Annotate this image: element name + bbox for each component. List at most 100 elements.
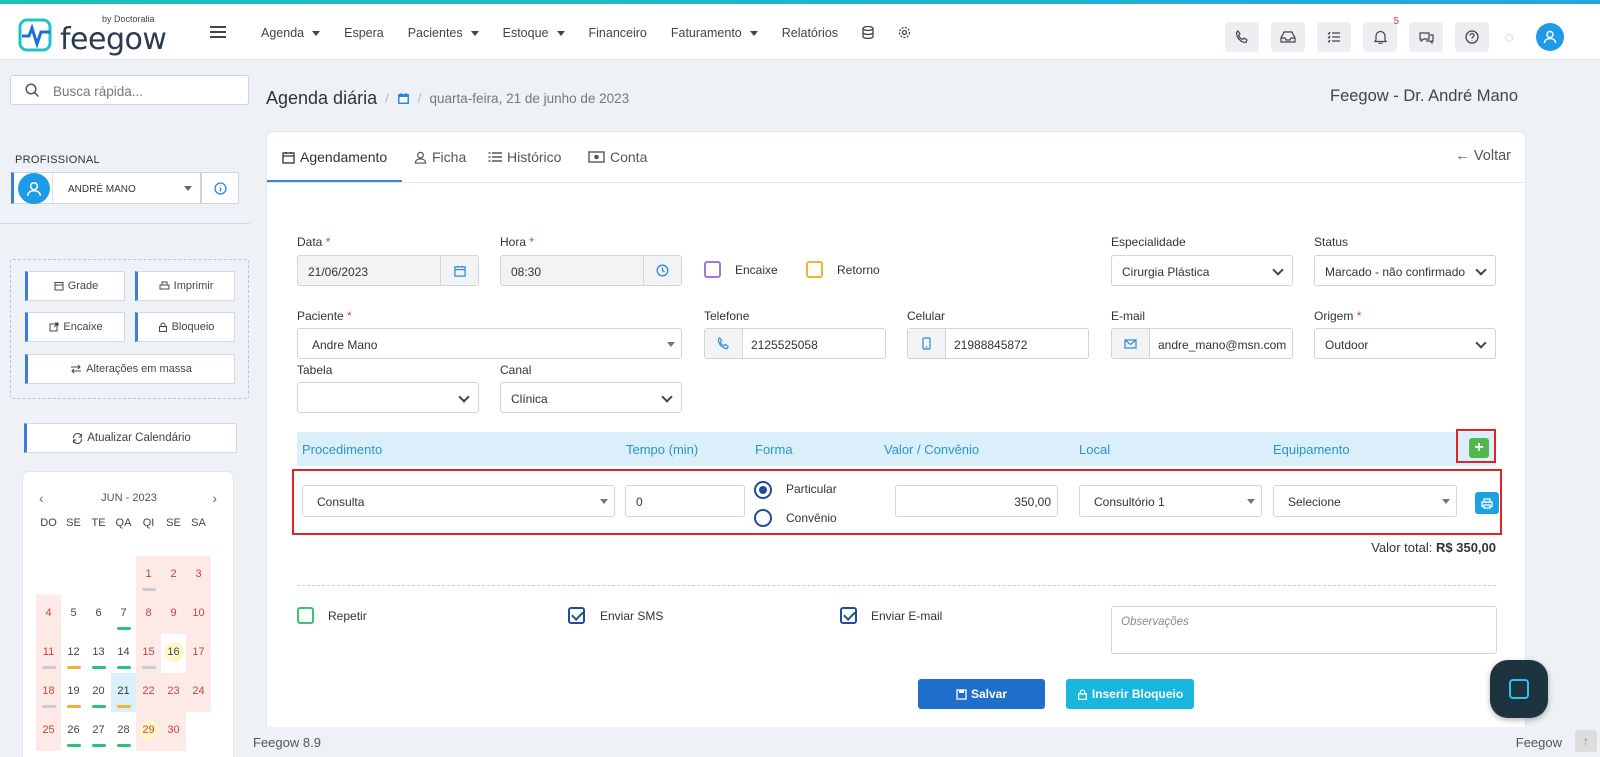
add-procedure-button[interactable]: + <box>1469 438 1489 458</box>
encaixe-button[interactable]: Encaixe <box>25 312 125 342</box>
day-occupancy-bar <box>117 666 131 669</box>
tab-agendamento[interactable]: Agendamento <box>282 149 387 165</box>
paciente-select[interactable]: Andre Mano <box>297 328 682 359</box>
calendar-day[interactable]: 2 <box>161 556 186 595</box>
salvar-button[interactable]: Salvar <box>918 679 1045 709</box>
calendar-day[interactable]: 12 <box>61 634 86 673</box>
calendar-day[interactable]: 8 <box>136 595 161 634</box>
print-procedure-button[interactable] <box>1475 492 1499 514</box>
chevron-right-icon[interactable]: › <box>212 490 217 506</box>
chat-icon[interactable] <box>1409 22 1443 52</box>
calendar-day[interactable]: 19 <box>61 673 86 712</box>
forma-particular-radio[interactable] <box>754 481 772 499</box>
calendar-day[interactable]: 20 <box>86 673 111 712</box>
calendar-day[interactable]: 18 <box>36 673 61 712</box>
calendar-day[interactable]: 28 <box>111 712 136 751</box>
clock-icon[interactable] <box>643 256 681 285</box>
celular-input[interactable]: 21988845872 <box>907 328 1089 359</box>
voltar-link[interactable]: ← Voltar <box>1455 148 1511 164</box>
procedimento-select[interactable]: Consulta <box>302 485 615 517</box>
chat-widget-button[interactable] <box>1490 660 1548 718</box>
nav-estoque[interactable]: Estoque <box>503 26 565 42</box>
telefone-input[interactable]: 2125525058 <box>704 328 886 359</box>
calendar-day[interactable]: 16 <box>161 634 186 673</box>
calendar-day[interactable]: 1 <box>136 556 161 595</box>
tempo-input[interactable]: 0 <box>625 485 745 517</box>
valor-input[interactable]: 350,00 <box>895 485 1058 517</box>
calendar-day[interactable]: 22 <box>136 673 161 712</box>
help-icon[interactable] <box>1455 22 1489 52</box>
nav-espera[interactable]: Espera <box>344 26 384 42</box>
phone-icon <box>705 329 743 358</box>
tab-historico[interactable]: Histórico <box>488 149 561 165</box>
inbox-icon[interactable] <box>1271 22 1305 52</box>
calendar-day[interactable]: 24 <box>186 673 211 712</box>
notifications-bell-icon[interactable]: 5 <box>1363 16 1399 52</box>
calendar-day[interactable]: 14 <box>111 634 136 673</box>
search-placeholder: Busca rápida... <box>53 84 144 99</box>
nav-pacientes[interactable]: Pacientes <box>408 26 479 42</box>
especialidade-select[interactable]: Cirurgia Plástica <box>1111 255 1293 286</box>
repetir-checkbox[interactable] <box>297 607 314 624</box>
tempo-value: 0 <box>636 495 643 509</box>
tab-ficha[interactable]: Ficha <box>414 149 466 165</box>
data-input[interactable]: 21/06/2023 <box>297 255 479 286</box>
calendar-day[interactable]: 23 <box>161 673 186 712</box>
calendar-day[interactable]: 21 <box>111 673 136 712</box>
nav-financeiro[interactable]: Financeiro <box>589 26 647 42</box>
database-icon[interactable] <box>862 25 874 42</box>
calendar-day[interactable]: 15 <box>136 634 161 673</box>
enviar-email-checkbox[interactable] <box>840 607 857 624</box>
calendar-day[interactable]: 13 <box>86 634 111 673</box>
settings-gear-icon[interactable] <box>898 26 911 42</box>
calendar-day[interactable]: 3 <box>186 556 211 595</box>
calendar-day[interactable]: 4 <box>36 595 61 634</box>
origem-select[interactable]: Outdoor <box>1314 328 1496 359</box>
calendar-day[interactable]: 7 <box>111 595 136 634</box>
hora-input[interactable]: 08:30 <box>500 255 682 286</box>
scroll-top-icon[interactable]: ↑ <box>1575 730 1597 752</box>
tab-conta[interactable]: Conta <box>588 149 647 165</box>
calendar-day[interactable]: 11 <box>36 634 61 673</box>
enviar-sms-checkbox[interactable] <box>568 607 585 624</box>
menu-icon[interactable] <box>210 26 226 38</box>
local-select[interactable]: Consultório 1 <box>1079 485 1262 517</box>
canal-select[interactable]: Clínica <box>500 382 682 413</box>
calendar-day[interactable]: 5 <box>61 595 86 634</box>
calendar-day[interactable]: 29 <box>136 712 161 751</box>
grade-button[interactable]: Grade <box>25 271 125 301</box>
calendar-day[interactable]: 25 <box>36 712 61 751</box>
phone-icon[interactable] <box>1225 22 1259 52</box>
equipamento-select[interactable]: Selecione <box>1273 485 1457 517</box>
bloqueio-button[interactable]: Bloqueio <box>135 312 235 342</box>
encaixe-checkbox[interactable] <box>704 261 721 278</box>
email-input[interactable]: andre_mano@msn.com <box>1111 328 1293 359</box>
quick-search-input[interactable]: Busca rápida... <box>10 75 249 105</box>
calendar-day[interactable]: 10 <box>186 595 211 634</box>
forma-convenio-radio[interactable] <box>754 509 772 527</box>
inserir-bloqueio-button[interactable]: Inserir Bloqueio <box>1066 679 1194 709</box>
retorno-checkbox[interactable] <box>806 261 823 278</box>
status-select[interactable]: Marcado - não confirmado <box>1314 255 1496 286</box>
calendar-day[interactable]: 26 <box>61 712 86 751</box>
calendar-icon[interactable] <box>440 256 478 285</box>
nav-agenda[interactable]: Agenda <box>261 26 320 42</box>
profissional-select[interactable]: ANDRÉ MANO <box>11 172 201 204</box>
atualizar-calendario-button[interactable]: Atualizar Calendário <box>24 423 237 453</box>
feegow-logo[interactable]: by Doctoralia feegow <box>18 14 167 57</box>
observacoes-textarea[interactable]: Observações <box>1111 606 1497 654</box>
tabela-select[interactable] <box>297 382 479 413</box>
calendar-day[interactable]: 6 <box>86 595 111 634</box>
nav-faturamento[interactable]: Faturamento <box>671 26 758 42</box>
info-button[interactable] <box>201 172 239 204</box>
nav-relatorios[interactable]: Relatórios <box>782 26 838 42</box>
calendar-day[interactable]: 30 <box>161 712 186 751</box>
tasks-list-icon[interactable] <box>1317 22 1351 52</box>
page-title: Agenda diária <box>266 88 378 108</box>
alteracoes-em-massa-button[interactable]: Alterações em massa <box>25 354 235 384</box>
calendar-day[interactable]: 9 <box>161 595 186 634</box>
imprimir-button[interactable]: Imprimir <box>135 271 235 301</box>
user-avatar-icon[interactable] <box>1536 23 1564 51</box>
calendar-day[interactable]: 17 <box>186 634 211 673</box>
calendar-day[interactable]: 27 <box>86 712 111 751</box>
